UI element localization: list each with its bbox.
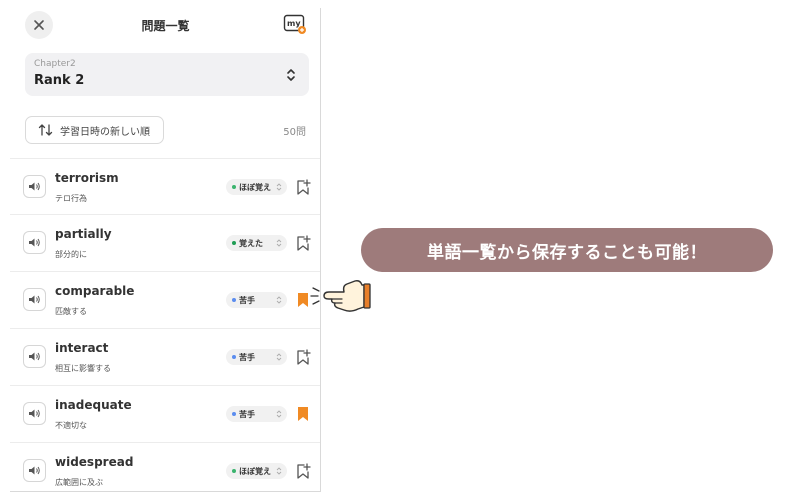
chevron-up-down-icon <box>276 183 282 191</box>
audio-button[interactable] <box>23 175 46 198</box>
status-label: 覚えた <box>239 238 263 248</box>
word-meaning: 相互に影響する <box>55 364 111 373</box>
word-text: widespread <box>55 455 134 469</box>
word-text: inadequate <box>55 398 132 412</box>
status-dot <box>232 185 236 189</box>
status-select[interactable]: 苦手 <box>226 406 287 422</box>
status-label: 苦手 <box>239 409 255 419</box>
status-label: ほぼ覚え <box>239 466 271 476</box>
speaker-icon <box>29 409 40 418</box>
audio-button[interactable] <box>23 345 46 368</box>
header: 問題一覧 my <box>10 8 320 40</box>
status-dot <box>232 241 236 245</box>
status-select[interactable]: ほぼ覚え <box>226 463 287 479</box>
chapter-select[interactable]: Chapter2 Rank 2 <box>25 53 309 96</box>
svg-text:my: my <box>287 19 301 28</box>
status-select[interactable]: 苦手 <box>226 292 287 308</box>
speaker-icon <box>29 295 40 304</box>
word-text: terrorism <box>55 171 119 185</box>
question-count: 50問 <box>283 127 306 138</box>
word-meaning: 広範囲に及ぶ <box>55 478 103 487</box>
status-dot <box>232 355 236 359</box>
word-meaning: 匹敵する <box>55 307 87 316</box>
bookmark-add-icon[interactable] <box>295 348 311 366</box>
my-list-icon[interactable]: my <box>283 13 307 35</box>
bookmark-filled-icon[interactable] <box>295 405 311 423</box>
status-dot <box>232 298 236 302</box>
speaker-icon <box>29 466 40 475</box>
word-row[interactable]: interact 相互に影響する 苦手 <box>10 329 320 386</box>
word-list: terrorism テロ行為 ほぼ覚え partially 部分的に 覚えた compara… <box>10 158 320 491</box>
chapter-label: Chapter2 <box>34 59 76 69</box>
bookmark-add-icon[interactable] <box>295 178 311 196</box>
pointing-hand-icon <box>310 280 371 312</box>
word-text: partially <box>55 227 112 241</box>
word-text: comparable <box>55 284 135 298</box>
page-title: 問題一覧 <box>141 19 190 33</box>
audio-button[interactable] <box>23 288 46 311</box>
word-row[interactable]: terrorism テロ行為 ほぼ覚え <box>10 158 320 215</box>
chevron-up-down-icon <box>276 353 282 361</box>
word-meaning: 不適切な <box>55 421 87 430</box>
speaker-icon <box>29 352 40 361</box>
status-dot <box>232 412 236 416</box>
speaker-icon <box>29 238 40 247</box>
status-label: ほぼ覚え <box>239 182 271 192</box>
audio-button[interactable] <box>23 231 46 254</box>
status-label: 苦手 <box>239 352 255 362</box>
word-meaning: テロ行為 <box>55 194 87 203</box>
chevron-up-down-icon <box>276 239 282 247</box>
status-select[interactable]: 苦手 <box>226 349 287 365</box>
word-meaning: 部分的に <box>55 250 87 259</box>
chapter-value: Rank 2 <box>34 73 85 88</box>
bookmark-add-icon[interactable] <box>295 462 311 480</box>
audio-button[interactable] <box>23 402 46 425</box>
word-row[interactable]: partially 部分的に 覚えた <box>10 215 320 272</box>
sort-label: 学習日時の新しい順 <box>60 126 150 138</box>
chevron-up-down-icon <box>276 296 282 304</box>
sort-button[interactable]: 学習日時の新しい順 <box>25 116 164 144</box>
chevron-up-down-icon <box>287 69 295 81</box>
word-row[interactable]: comparable 匹敵する 苦手 <box>10 272 320 329</box>
status-label: 苦手 <box>239 295 255 305</box>
bookmark-add-icon[interactable] <box>295 234 311 252</box>
word-text: interact <box>55 341 109 355</box>
chevron-up-down-icon <box>276 410 282 418</box>
speaker-icon <box>29 182 40 191</box>
chevron-up-down-icon <box>276 467 282 475</box>
bookmark-filled-icon[interactable] <box>295 291 311 309</box>
status-select[interactable]: 覚えた <box>226 235 287 251</box>
status-select[interactable]: ほぼ覚え <box>226 179 287 195</box>
word-row[interactable]: inadequate 不適切な 苦手 <box>10 386 320 443</box>
sort-icon <box>38 124 53 136</box>
audio-button[interactable] <box>23 459 46 482</box>
app-screen: 問題一覧 my Chapter2 Rank 2 学習日時の新しい順 50問 te… <box>10 8 321 492</box>
callout-banner: 単語一覧から保存することも可能！ <box>361 228 773 272</box>
status-dot <box>232 469 236 473</box>
word-row[interactable]: widespread 広範囲に及ぶ ほぼ覚え <box>10 443 320 491</box>
callout-text: 単語一覧から保存することも可能！ <box>427 242 707 263</box>
